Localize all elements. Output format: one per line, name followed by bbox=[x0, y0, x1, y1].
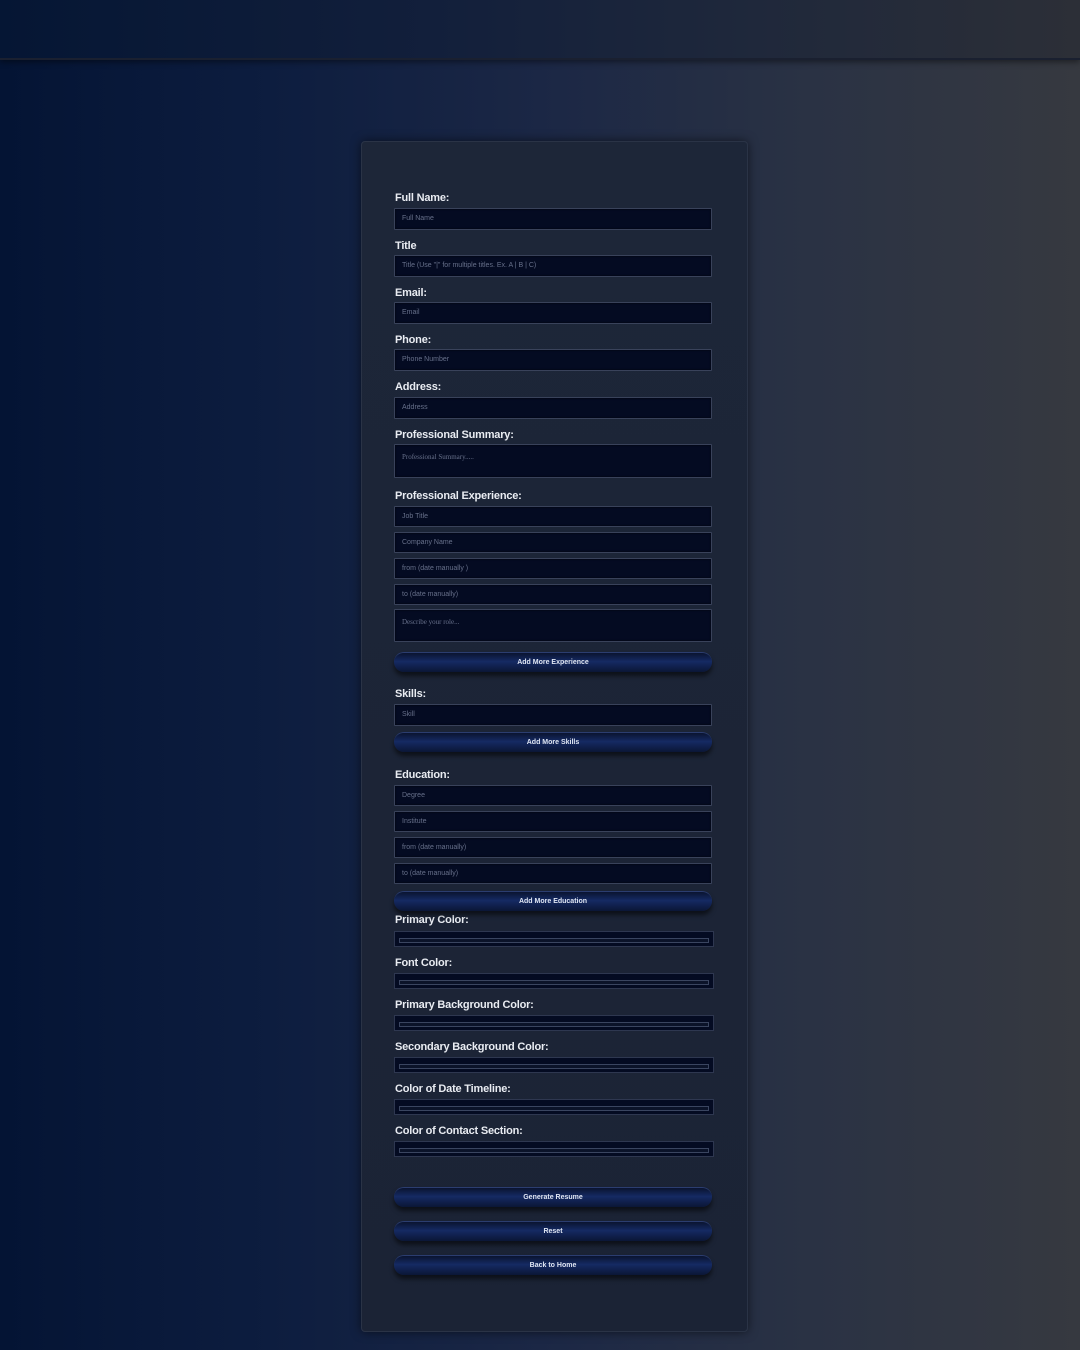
education-label: Education: bbox=[395, 769, 450, 781]
primary-color-label: Primary Color: bbox=[395, 914, 469, 926]
company-name-input[interactable]: Company Name bbox=[394, 532, 712, 553]
education-from-placeholder: from (date manually) bbox=[402, 844, 467, 851]
title-label: Title bbox=[395, 240, 417, 252]
primary-color-swatch bbox=[399, 938, 709, 943]
full-name-input[interactable]: Full Name bbox=[394, 208, 712, 230]
skill-placeholder: Skill bbox=[402, 711, 415, 718]
font-color-label: Font Color: bbox=[395, 957, 453, 969]
job-title-placeholder: Job Title bbox=[402, 513, 429, 520]
education-to-input[interactable]: to (date manually) bbox=[394, 863, 712, 884]
reset-button[interactable]: Reset bbox=[394, 1221, 712, 1241]
secondary-bg-color-label: Secondary Background Color: bbox=[395, 1041, 549, 1053]
institute-placeholder: Institute bbox=[402, 818, 427, 825]
education-to-placeholder: to (date manually) bbox=[402, 870, 459, 877]
font-color-picker[interactable] bbox=[394, 973, 714, 989]
full-name-placeholder: Full Name bbox=[402, 215, 434, 222]
role-description-textarea[interactable]: Describe your role... bbox=[394, 609, 712, 642]
primary-bg-color-swatch bbox=[399, 1022, 709, 1027]
education-from-input[interactable]: from (date manually) bbox=[394, 837, 712, 858]
skill-input[interactable]: Skill bbox=[394, 704, 712, 726]
experience-to-input[interactable]: to (date manually) bbox=[394, 584, 712, 605]
experience-to-placeholder: to (date manually) bbox=[402, 591, 459, 598]
company-name-placeholder: Company Name bbox=[402, 539, 453, 546]
contact-color-picker[interactable] bbox=[394, 1141, 714, 1157]
timeline-color-picker[interactable] bbox=[394, 1099, 714, 1115]
title-input[interactable]: Title (Use "|" for multiple titles. Ex. … bbox=[394, 255, 712, 277]
back-to-home-button[interactable]: Back to Home bbox=[394, 1255, 712, 1275]
phone-label: Phone: bbox=[395, 334, 432, 346]
phone-placeholder: Phone Number bbox=[402, 356, 450, 363]
experience-label: Professional Experience: bbox=[395, 490, 522, 502]
degree-placeholder: Degree bbox=[402, 792, 425, 799]
timeline-color-swatch bbox=[399, 1106, 709, 1111]
experience-from-input[interactable]: from (date manually ) bbox=[394, 558, 712, 579]
contact-color-label: Color of Contact Section: bbox=[395, 1125, 523, 1137]
address-input[interactable]: Address bbox=[394, 397, 712, 419]
contact-color-swatch bbox=[399, 1148, 709, 1153]
add-skills-button[interactable]: Add More Skills bbox=[394, 732, 712, 752]
timeline-color-label: Color of Date Timeline: bbox=[395, 1083, 511, 1095]
full-name-label: Full Name: bbox=[395, 192, 450, 204]
primary-bg-color-label: Primary Background Color: bbox=[395, 999, 534, 1011]
top-navbar bbox=[0, 0, 1080, 60]
experience-from-placeholder: from (date manually ) bbox=[402, 565, 469, 572]
secondary-bg-color-picker[interactable] bbox=[394, 1057, 714, 1073]
address-placeholder: Address bbox=[402, 404, 428, 411]
secondary-bg-color-swatch bbox=[399, 1064, 709, 1069]
institute-input[interactable]: Institute bbox=[394, 811, 712, 832]
title-placeholder: Title (Use "|" for multiple titles. Ex. … bbox=[402, 262, 537, 269]
primary-color-picker[interactable] bbox=[394, 931, 714, 947]
email-input[interactable]: Email bbox=[394, 302, 712, 324]
generate-resume-button[interactable]: Generate Resume bbox=[394, 1187, 712, 1207]
primary-bg-color-picker[interactable] bbox=[394, 1015, 714, 1031]
add-education-button[interactable]: Add More Education bbox=[394, 891, 712, 911]
email-label: Email: bbox=[395, 287, 427, 299]
font-color-swatch bbox=[399, 980, 709, 985]
email-placeholder: Email bbox=[402, 309, 420, 316]
degree-input[interactable]: Degree bbox=[394, 785, 712, 806]
summary-label: Professional Summary: bbox=[395, 429, 514, 441]
add-experience-button[interactable]: Add More Experience bbox=[394, 652, 712, 672]
summary-textarea[interactable]: Professional Summary..... bbox=[394, 444, 712, 478]
job-title-input[interactable]: Job Title bbox=[394, 506, 712, 527]
role-description-placeholder: Describe your role... bbox=[402, 618, 460, 626]
address-label: Address: bbox=[395, 381, 442, 393]
phone-input[interactable]: Phone Number bbox=[394, 349, 712, 371]
skills-label: Skills: bbox=[395, 688, 427, 700]
summary-placeholder: Professional Summary..... bbox=[402, 453, 474, 461]
resume-form-card: Full Name: Full Name Title Title (Use "|… bbox=[361, 141, 748, 1332]
